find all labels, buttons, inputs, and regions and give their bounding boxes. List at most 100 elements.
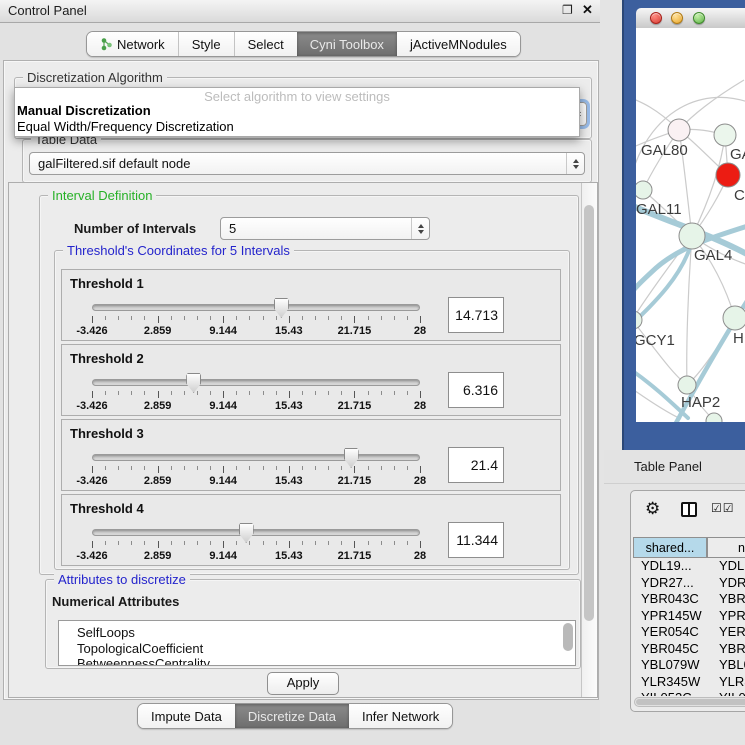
threshold-label: Threshold 4: [70, 501, 144, 516]
network-node-hap2[interactable]: [678, 376, 696, 394]
network-node-gal4[interactable]: [679, 223, 705, 249]
tab-label: jActiveMNodules: [410, 37, 507, 52]
slider-thumb[interactable]: [186, 373, 201, 393]
tab-style[interactable]: Style: [178, 32, 234, 56]
dropdown-option-equal-width-frequency-discretization[interactable]: Equal Width/Frequency Discretization: [17, 119, 234, 134]
float-window-icon[interactable]: ❐: [562, 3, 573, 17]
table-row[interactable]: YDL19...YDL1: [633, 558, 745, 575]
panel-title: Control Panel: [8, 3, 87, 18]
attribute-items: SelfLoopsTopologicalCoefficientBetweenne…: [59, 621, 575, 666]
slider-track[interactable]: [92, 529, 420, 536]
settings-vertical-scrollbar[interactable]: [581, 183, 597, 697]
tab-cyni-toolbox[interactable]: Cyni Toolbox: [297, 32, 397, 56]
threshold-value-field[interactable]: 21.4: [448, 447, 504, 483]
network-node-h[interactable]: [723, 306, 745, 330]
scrollbar-thumb[interactable]: [584, 205, 594, 621]
cell-name: YDR2: [707, 575, 745, 592]
slider-thumb[interactable]: [274, 298, 289, 318]
table-data-group: Table Data galFiltered.sif default node: [22, 139, 592, 183]
threshold-value-field[interactable]: 14.713: [448, 297, 504, 333]
table-panel: ⚙ ☑☑ shared... n YDL19...YDL1YDR27...YDR…: [630, 490, 745, 712]
threshold-slider[interactable]: [92, 379, 420, 388]
table-row[interactable]: YPR145WYPR1: [633, 608, 745, 625]
scrollbar-thumb[interactable]: [636, 699, 745, 705]
apply-button[interactable]: Apply: [267, 672, 339, 695]
cell-shared-name: YBR045C: [633, 641, 707, 658]
cell-shared-name: YDR27...: [633, 575, 707, 592]
table-header-row: shared... n: [633, 537, 745, 558]
top-tabs: NetworkStyleSelect Cyni Toolbox jActiveMNo…: [86, 31, 521, 57]
tab-discretize-data[interactable]: Discretize Data: [235, 704, 349, 728]
attribute-item-topologicalcoefficient[interactable]: TopologicalCoefficient: [59, 641, 575, 657]
table-row[interactable]: YIL052CYIL0: [633, 690, 745, 696]
node-label-gal11: GAL11: [636, 201, 682, 218]
network-window-titlebar[interactable]: [636, 8, 745, 29]
slider-track[interactable]: [92, 304, 420, 311]
threshold-label: Threshold 3: [70, 426, 144, 441]
slider-ticks: [92, 316, 420, 324]
table-row[interactable]: YDR27...YDR2: [633, 575, 745, 592]
network-node-ga[interactable]: [714, 124, 736, 146]
cell-name: YER0: [707, 624, 745, 641]
column-header-name[interactable]: n: [707, 537, 745, 558]
network-canvas[interactable]: GAL80GACGAL11GAL4GCY1HHAP2: [636, 28, 745, 422]
number-of-intervals-value: 5: [229, 221, 236, 236]
minimize-traffic-light[interactable]: [671, 12, 683, 24]
dropdown-option-manual-discretization[interactable]: Manual Discretization: [17, 103, 151, 118]
attribute-item-betweennesscentrality[interactable]: BetweennessCentrality: [59, 656, 575, 666]
table-row[interactable]: YBR043CYBR0: [633, 591, 745, 608]
table-data-combobox[interactable]: galFiltered.sif default node: [29, 152, 585, 175]
gear-icon[interactable]: ⚙: [645, 499, 660, 519]
column-header-shared[interactable]: shared...: [633, 537, 707, 558]
tab-select[interactable]: Select: [234, 32, 297, 56]
cell-shared-name: YIL052C: [633, 690, 707, 696]
group-title-thresholds: Threshold's Coordinates for 5 Intervals: [63, 243, 294, 258]
cell-name: YLR3: [707, 674, 745, 691]
number-of-intervals-combobox[interactable]: 5: [220, 217, 430, 240]
network-node-gal11[interactable]: [636, 181, 652, 199]
slider-ticks: [92, 391, 420, 399]
tab-label: Discretize Data: [248, 709, 336, 724]
thresholds-group: Threshold's Coordinates for 5 Intervals …: [54, 250, 570, 570]
threshold-slider[interactable]: [92, 529, 420, 538]
tab-network[interactable]: Network: [87, 32, 178, 56]
table-row[interactable]: YBR045CYBR0: [633, 641, 745, 658]
table-rows: YDL19...YDL1YDR27...YDR2YBR043CYBR0YPR14…: [633, 558, 745, 696]
table-row[interactable]: YER054CYER0: [633, 624, 745, 641]
network-node-c[interactable]: [716, 163, 740, 187]
group-title-discretization-algorithm: Discretization Algorithm: [23, 70, 167, 85]
zoom-traffic-light[interactable]: [693, 12, 705, 24]
slider-track[interactable]: [92, 454, 420, 461]
attribute-item-selfloops[interactable]: SelfLoops: [59, 625, 575, 641]
cell-shared-name: YBL079W: [633, 657, 707, 674]
control-panel-titlebar: Control Panel ❐ ✕: [0, 0, 600, 23]
slider-tick-labels: -3.4262.8599.14415.4321.71528: [92, 550, 420, 563]
network-node-gal80[interactable]: [668, 119, 690, 141]
tab-label: Impute Data: [151, 709, 222, 724]
slider-thumb[interactable]: [239, 523, 254, 543]
table-row[interactable]: YLR345WYLR3: [633, 674, 745, 691]
slider-track[interactable]: [92, 379, 420, 386]
checkbox-icons[interactable]: ☑☑: [711, 501, 735, 515]
threshold-value-field[interactable]: 11.344: [448, 522, 504, 558]
numerical-attributes-list[interactable]: SelfLoopsTopologicalCoefficientBetweenne…: [58, 620, 576, 666]
attributes-list-scrollbar[interactable]: [563, 623, 573, 651]
close-icon[interactable]: ✕: [582, 2, 593, 18]
close-traffic-light[interactable]: [650, 12, 662, 24]
tab-label: Infer Network: [362, 709, 439, 724]
slider-thumb[interactable]: [344, 448, 359, 468]
threshold-slider[interactable]: [92, 454, 420, 463]
node-label-hap2: HAP2: [681, 394, 720, 411]
tab-impute-data[interactable]: Impute Data: [138, 704, 235, 728]
threshold-value-field[interactable]: 6.316: [448, 372, 504, 408]
tab-jactivemnodules[interactable]: jActiveMNodules: [397, 32, 520, 56]
table-horizontal-scrollbar[interactable]: [634, 697, 745, 707]
table-row[interactable]: YBL079WYBL0: [633, 657, 745, 674]
threshold-panel-2: Threshold 2-3.4262.8599.14415.4321.71528…: [61, 344, 561, 416]
column-layout-icon[interactable]: [681, 502, 697, 517]
tab-label: Cyni Toolbox: [310, 37, 384, 52]
cell-shared-name: YPR145W: [633, 608, 707, 625]
cell-name: YBL0: [707, 657, 745, 674]
threshold-slider[interactable]: [92, 304, 420, 313]
tab-infer-network[interactable]: Infer Network: [349, 704, 452, 728]
